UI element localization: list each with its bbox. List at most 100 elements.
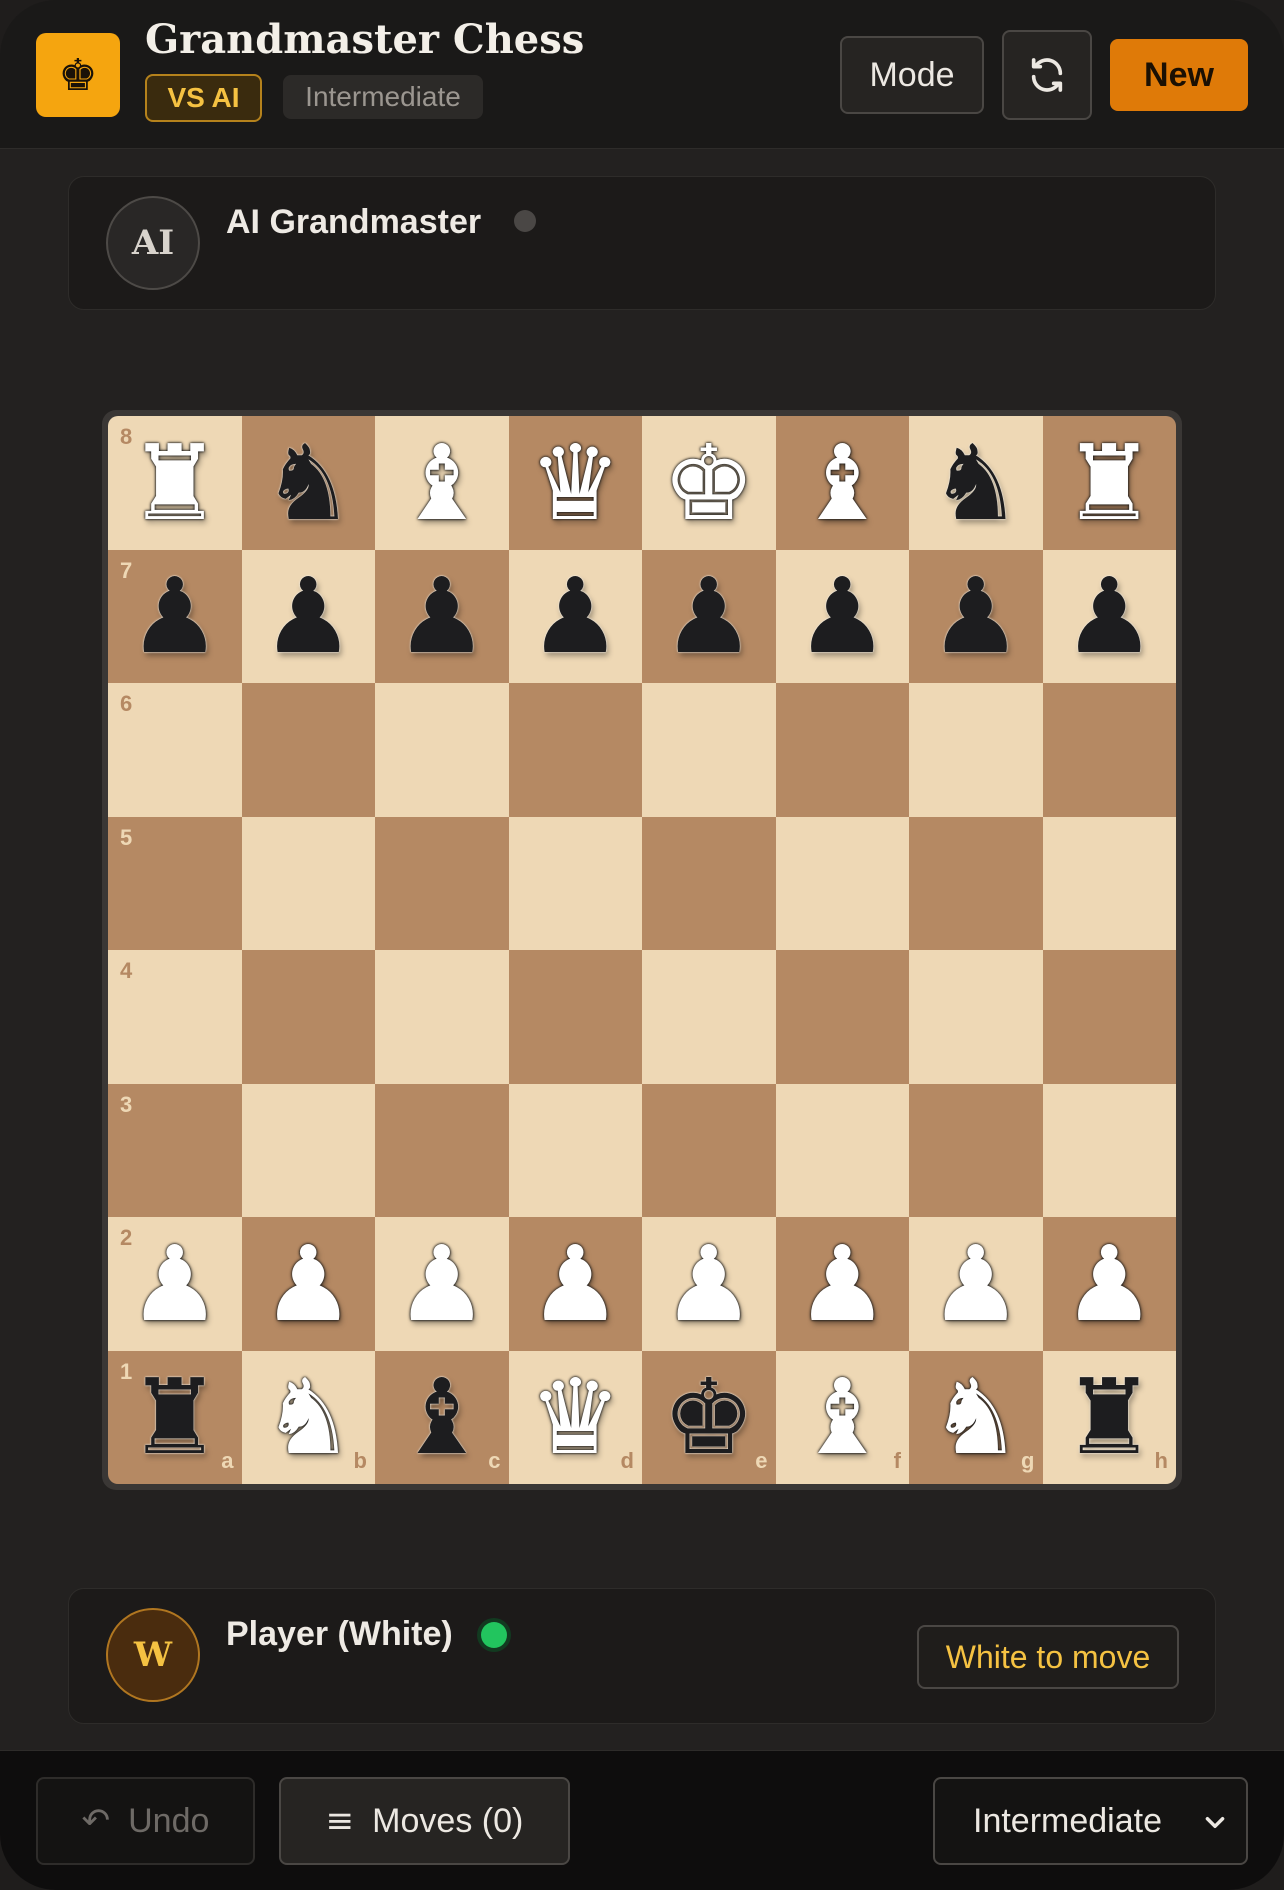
square-c4[interactable] [375, 950, 509, 1084]
square-h8[interactable]: ♜ [1042, 416, 1177, 550]
flip-board-button[interactable] [1002, 30, 1092, 120]
black-pawn-icon[interactable]: ♟ [776, 550, 910, 684]
white-pawn-icon[interactable]: ♟ [108, 1217, 242, 1351]
moves-button[interactable]: ≡ Moves (0) [279, 1777, 570, 1865]
square-f8[interactable]: ♝ [775, 416, 910, 550]
square-e2[interactable]: ♟ [642, 1217, 776, 1351]
square-a7[interactable]: 7 ♟ [108, 549, 242, 684]
square-b5[interactable] [241, 816, 375, 950]
square-g5[interactable] [909, 816, 1043, 950]
difficulty-badge: Intermediate [283, 75, 483, 119]
white-pawn-icon[interactable]: ♟ [509, 1217, 643, 1351]
black-knight-icon[interactable]: ♞ [909, 416, 1043, 550]
square-e4[interactable] [642, 950, 776, 1084]
square-g8[interactable]: ♞ [909, 416, 1043, 550]
square-a3[interactable]: 3 [108, 1083, 242, 1217]
square-e5[interactable] [642, 816, 776, 950]
square-c1[interactable]: ♝ c [375, 1350, 509, 1484]
square-a2[interactable]: 2 ♟ [108, 1217, 242, 1351]
square-e6[interactable] [642, 683, 776, 817]
square-f1[interactable]: ♝ f [775, 1350, 910, 1485]
black-knight-icon[interactable]: ♞ [242, 416, 376, 550]
square-d1[interactable]: ♛ d [508, 1350, 642, 1484]
rank-label: 3 [120, 1091, 133, 1117]
app-title: Grandmaster Chess [145, 16, 585, 63]
white-pawn-icon[interactable]: ♟ [1043, 1217, 1177, 1351]
square-g6[interactable] [909, 683, 1043, 817]
square-f4[interactable] [775, 950, 909, 1084]
square-e1[interactable]: ♚ e [642, 1350, 776, 1484]
black-pawn-icon[interactable]: ♟ [1043, 550, 1177, 684]
white-pawn-icon[interactable]: ♟ [242, 1217, 376, 1351]
square-g3[interactable] [909, 1083, 1043, 1217]
white-queen-icon[interactable]: ♛ [509, 416, 643, 550]
white-king-icon[interactable]: ♚ [642, 416, 776, 550]
square-a6[interactable]: 6 [108, 683, 242, 817]
square-h5[interactable] [1042, 816, 1176, 950]
square-g4[interactable] [909, 950, 1043, 1084]
black-pawn-icon[interactable]: ♟ [108, 550, 242, 684]
difficulty-select[interactable]: Intermediate [933, 1777, 1248, 1865]
square-c6[interactable] [375, 683, 509, 817]
undo-button[interactable]: ↶ Undo [36, 1777, 255, 1865]
square-f3[interactable] [775, 1083, 909, 1217]
square-c2[interactable]: ♟ [375, 1217, 509, 1351]
square-f2[interactable]: ♟ [775, 1217, 910, 1351]
mode-button[interactable]: Mode [840, 36, 984, 114]
square-g7[interactable]: ♟ [909, 549, 1043, 684]
white-bishop-icon[interactable]: ♝ [776, 1351, 910, 1485]
square-c3[interactable] [375, 1083, 509, 1217]
square-d7[interactable]: ♟ [508, 549, 643, 684]
square-d4[interactable] [508, 950, 642, 1084]
square-f6[interactable] [775, 683, 909, 817]
square-c7[interactable]: ♟ [375, 549, 509, 684]
black-pawn-icon[interactable]: ♟ [909, 550, 1043, 684]
black-pawn-icon[interactable]: ♟ [375, 550, 509, 684]
square-f5[interactable] [775, 816, 909, 950]
black-pawn-icon[interactable]: ♟ [642, 550, 776, 684]
square-h7[interactable]: ♟ [1042, 549, 1177, 684]
black-pawn-icon[interactable]: ♟ [242, 550, 376, 684]
square-a8[interactable]: 8 ♜ [108, 416, 242, 550]
square-b4[interactable] [241, 950, 375, 1084]
square-d2[interactable]: ♟ [508, 1217, 643, 1351]
white-pawn-icon[interactable]: ♟ [776, 1217, 910, 1351]
square-d8[interactable]: ♛ [508, 416, 643, 550]
white-pawn-icon[interactable]: ♟ [909, 1217, 1043, 1351]
white-pawn-icon[interactable]: ♟ [375, 1217, 509, 1351]
square-h4[interactable] [1042, 950, 1176, 1084]
square-a5[interactable]: 5 [108, 816, 242, 950]
square-e7[interactable]: ♟ [642, 549, 776, 684]
black-pawn-icon[interactable]: ♟ [509, 550, 643, 684]
square-h3[interactable] [1042, 1083, 1176, 1217]
square-b7[interactable]: ♟ [241, 549, 376, 684]
chess-board[interactable]: 8 ♜ ♞ ♝ ♛ ♚ ♝ ♞ ♜ 7 ♟ ♟ ♟ ♟ ♟ ♟ ♟ ♟ 6 5 4 3 2 ♟ ♟ ♟ ♟ ♟ ♟ ♟ ♟ 1 ♜ a ♞ b ♝ c ♛ d… [108, 416, 1176, 1484]
white-rook-icon[interactable]: ♜ [108, 416, 242, 550]
square-b3[interactable] [241, 1083, 375, 1217]
square-b6[interactable] [241, 683, 375, 817]
square-g2[interactable]: ♟ [909, 1217, 1043, 1351]
square-c5[interactable] [375, 816, 509, 950]
square-b2[interactable]: ♟ [241, 1217, 376, 1351]
square-e8[interactable]: ♚ [642, 416, 776, 550]
square-g1[interactable]: ♞ g [909, 1350, 1043, 1484]
square-b8[interactable]: ♞ [241, 416, 376, 550]
square-c8[interactable]: ♝ [375, 416, 509, 550]
square-h6[interactable] [1042, 683, 1176, 817]
white-bishop-icon[interactable]: ♝ [375, 416, 509, 550]
square-a4[interactable]: 4 [108, 950, 242, 1084]
square-f7[interactable]: ♟ [775, 549, 910, 684]
square-d6[interactable] [508, 683, 642, 817]
square-h1[interactable]: ♜ h [1042, 1350, 1176, 1484]
square-h2[interactable]: ♟ [1042, 1217, 1177, 1351]
new-game-button[interactable]: New [1110, 39, 1248, 111]
white-pawn-icon[interactable]: ♟ [642, 1217, 776, 1351]
white-rook-icon[interactable]: ♜ [1043, 416, 1177, 550]
square-b1[interactable]: ♞ b [241, 1350, 375, 1484]
rank-label: 5 [120, 824, 133, 850]
square-d5[interactable] [508, 816, 642, 950]
square-d3[interactable] [508, 1083, 642, 1217]
square-e3[interactable] [642, 1083, 776, 1217]
square-a1[interactable]: 1 ♜ a [108, 1350, 242, 1484]
white-bishop-icon[interactable]: ♝ [776, 416, 910, 550]
